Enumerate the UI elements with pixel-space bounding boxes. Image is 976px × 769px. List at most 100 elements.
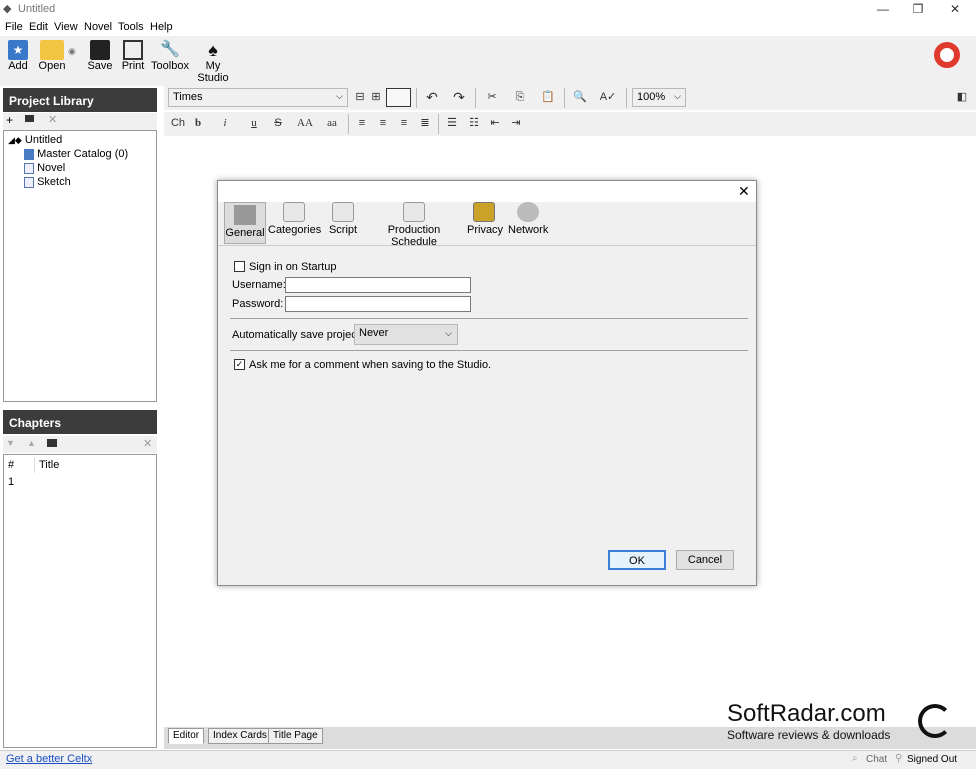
- general-icon: [234, 205, 256, 225]
- divider: [230, 318, 748, 319]
- dialog-titlebar: [218, 181, 756, 202]
- cut-icon[interactable]: ✂: [482, 86, 502, 108]
- lifebuoy-icon[interactable]: [934, 42, 960, 68]
- username-field[interactable]: [285, 277, 471, 293]
- tree-item-sketch[interactable]: Sketch: [24, 175, 71, 189]
- redo-icon[interactable]: ↷: [449, 86, 469, 108]
- lowercase-button[interactable]: aa: [321, 112, 343, 134]
- numbered-list-icon[interactable]: ☷: [464, 112, 484, 134]
- plus-icon[interactable]: +: [6, 113, 13, 127]
- sidebar-toggle-icon[interactable]: ◧: [952, 86, 972, 108]
- tab-title-page[interactable]: Title Page: [268, 728, 323, 744]
- add-label: Add: [8, 60, 28, 72]
- cancel-button[interactable]: Cancel: [676, 550, 734, 570]
- divider: [230, 350, 748, 351]
- tab-categories[interactable]: Categories: [268, 202, 321, 236]
- tab-index-cards[interactable]: Index Cards: [208, 728, 272, 744]
- align-left-icon[interactable]: ≡: [352, 112, 372, 134]
- signin-checkbox[interactable]: [234, 261, 245, 272]
- catalog-icon: [24, 148, 34, 160]
- color-swatch[interactable]: [386, 88, 411, 107]
- delete-icon[interactable]: ✕: [48, 113, 57, 126]
- watermark-tagline: Software reviews & downloads: [727, 728, 891, 742]
- title-bar: ◆ Untitled — ❐ ✕: [0, 0, 976, 18]
- toolbox-button[interactable]: 🔧 Toolbox: [151, 40, 189, 72]
- open-button[interactable]: Open: [36, 40, 68, 72]
- ok-button[interactable]: OK: [608, 550, 666, 570]
- justify-icon[interactable]: ≣: [415, 112, 435, 134]
- username-label: Username:: [232, 279, 286, 291]
- my-studio-button[interactable]: ♠ My Studio: [190, 40, 236, 84]
- tab-production-schedule[interactable]: Production Schedule: [368, 202, 460, 248]
- spellcheck-icon[interactable]: A✓: [598, 86, 618, 108]
- password-field[interactable]: [285, 296, 471, 312]
- zoom-select[interactable]: 100% ⌵: [632, 88, 686, 107]
- eye-icon[interactable]: ◉: [68, 46, 76, 57]
- tab-privacy[interactable]: Privacy: [467, 202, 503, 236]
- upgrade-link[interactable]: Get a better Celtx: [6, 753, 92, 765]
- expand-icon[interactable]: ⊞: [366, 86, 386, 108]
- duplicate-icon[interactable]: [47, 439, 57, 447]
- strikethrough-button[interactable]: S: [268, 112, 288, 134]
- comment-checkbox[interactable]: ✓: [234, 359, 245, 370]
- main-toolbar: ★ Add Open ◉ Save Print 🔧 Toolbox ♠ My S…: [0, 36, 976, 86]
- move-down-icon[interactable]: ▼: [6, 438, 15, 448]
- tree-item-untitled[interactable]: ◢◆ Untitled: [8, 133, 62, 147]
- tab-editor[interactable]: Editor: [168, 728, 205, 744]
- script-icon: [332, 202, 354, 222]
- tab-general[interactable]: General: [224, 202, 266, 244]
- folder-icon: [40, 40, 64, 60]
- save-button[interactable]: Save: [86, 40, 114, 72]
- move-up-icon[interactable]: ▲: [27, 438, 36, 448]
- align-right-icon[interactable]: ≡: [394, 112, 414, 134]
- close-button[interactable]: ✕: [940, 0, 970, 18]
- menu-novel[interactable]: Novel: [84, 21, 112, 33]
- signed-out-label[interactable]: Signed Out: [907, 754, 957, 765]
- bold-button[interactable]: b: [188, 112, 208, 134]
- chat-label[interactable]: Chat: [866, 754, 887, 765]
- align-center-icon[interactable]: ≡: [373, 112, 393, 134]
- bullet-list-icon[interactable]: ☰: [442, 112, 462, 134]
- tab-network[interactable]: Network: [508, 202, 548, 236]
- tab-script[interactable]: Script: [326, 202, 360, 236]
- format-bar: Times ⌵ ⊟ ⊞ ↶ ↷ ✂ ⎘ 📋 🔍 A✓ 100% ⌵ ◧: [164, 86, 976, 110]
- italic-button[interactable]: i: [215, 112, 235, 134]
- indent-icon[interactable]: ⇥: [506, 112, 526, 134]
- chapters-table: # Title 1: [3, 454, 157, 748]
- uppercase-button[interactable]: AA: [292, 112, 318, 134]
- search-icon[interactable]: 🔍: [570, 86, 590, 108]
- app-icon: ◆: [3, 3, 12, 15]
- print-button[interactable]: Print: [119, 40, 147, 72]
- minimize-button[interactable]: —: [868, 0, 898, 18]
- restore-button[interactable]: ❐: [903, 0, 933, 18]
- menu-help[interactable]: Help: [150, 21, 173, 33]
- font-select[interactable]: Times ⌵: [168, 88, 348, 107]
- tree-item-novel[interactable]: Novel: [24, 161, 65, 175]
- underline-button[interactable]: u: [244, 112, 264, 134]
- autosave-select[interactable]: Never ⌵: [354, 324, 458, 345]
- menu-file[interactable]: File: [5, 21, 23, 33]
- menu-edit[interactable]: Edit: [29, 21, 48, 33]
- open-label: Open: [38, 60, 66, 72]
- paste-icon[interactable]: 📋: [538, 86, 558, 108]
- copy-icon[interactable]: ⎘: [510, 86, 530, 108]
- categories-icon: [283, 202, 305, 222]
- sketch-icon: [24, 176, 34, 188]
- chapter-delete-icon[interactable]: ✕: [143, 437, 152, 450]
- chapter-row-number[interactable]: 1: [8, 476, 14, 488]
- document-icon: [24, 162, 34, 174]
- outdent-icon[interactable]: ⇤: [485, 112, 505, 134]
- menu-view[interactable]: View: [54, 21, 78, 33]
- spade-icon: ♠: [208, 40, 218, 60]
- menu-bar: File Edit View Novel Tools Help: [0, 18, 976, 36]
- add-button[interactable]: ★ Add: [4, 40, 32, 72]
- folder-small-icon[interactable]: [25, 115, 34, 122]
- chapter-style-button[interactable]: Ch: [168, 112, 188, 134]
- undo-icon[interactable]: ↶: [422, 86, 442, 108]
- status-bar: Get a better Celtx ⌕ Chat ⚲ Signed Out: [0, 750, 976, 769]
- chapters-header: Chapters: [3, 410, 157, 434]
- satellite-dish-icon: [918, 704, 952, 738]
- tree-item-master-catalog[interactable]: Master Catalog (0): [24, 147, 128, 161]
- dialog-close-icon[interactable]: ✕: [738, 183, 750, 200]
- menu-tools[interactable]: Tools: [118, 21, 144, 33]
